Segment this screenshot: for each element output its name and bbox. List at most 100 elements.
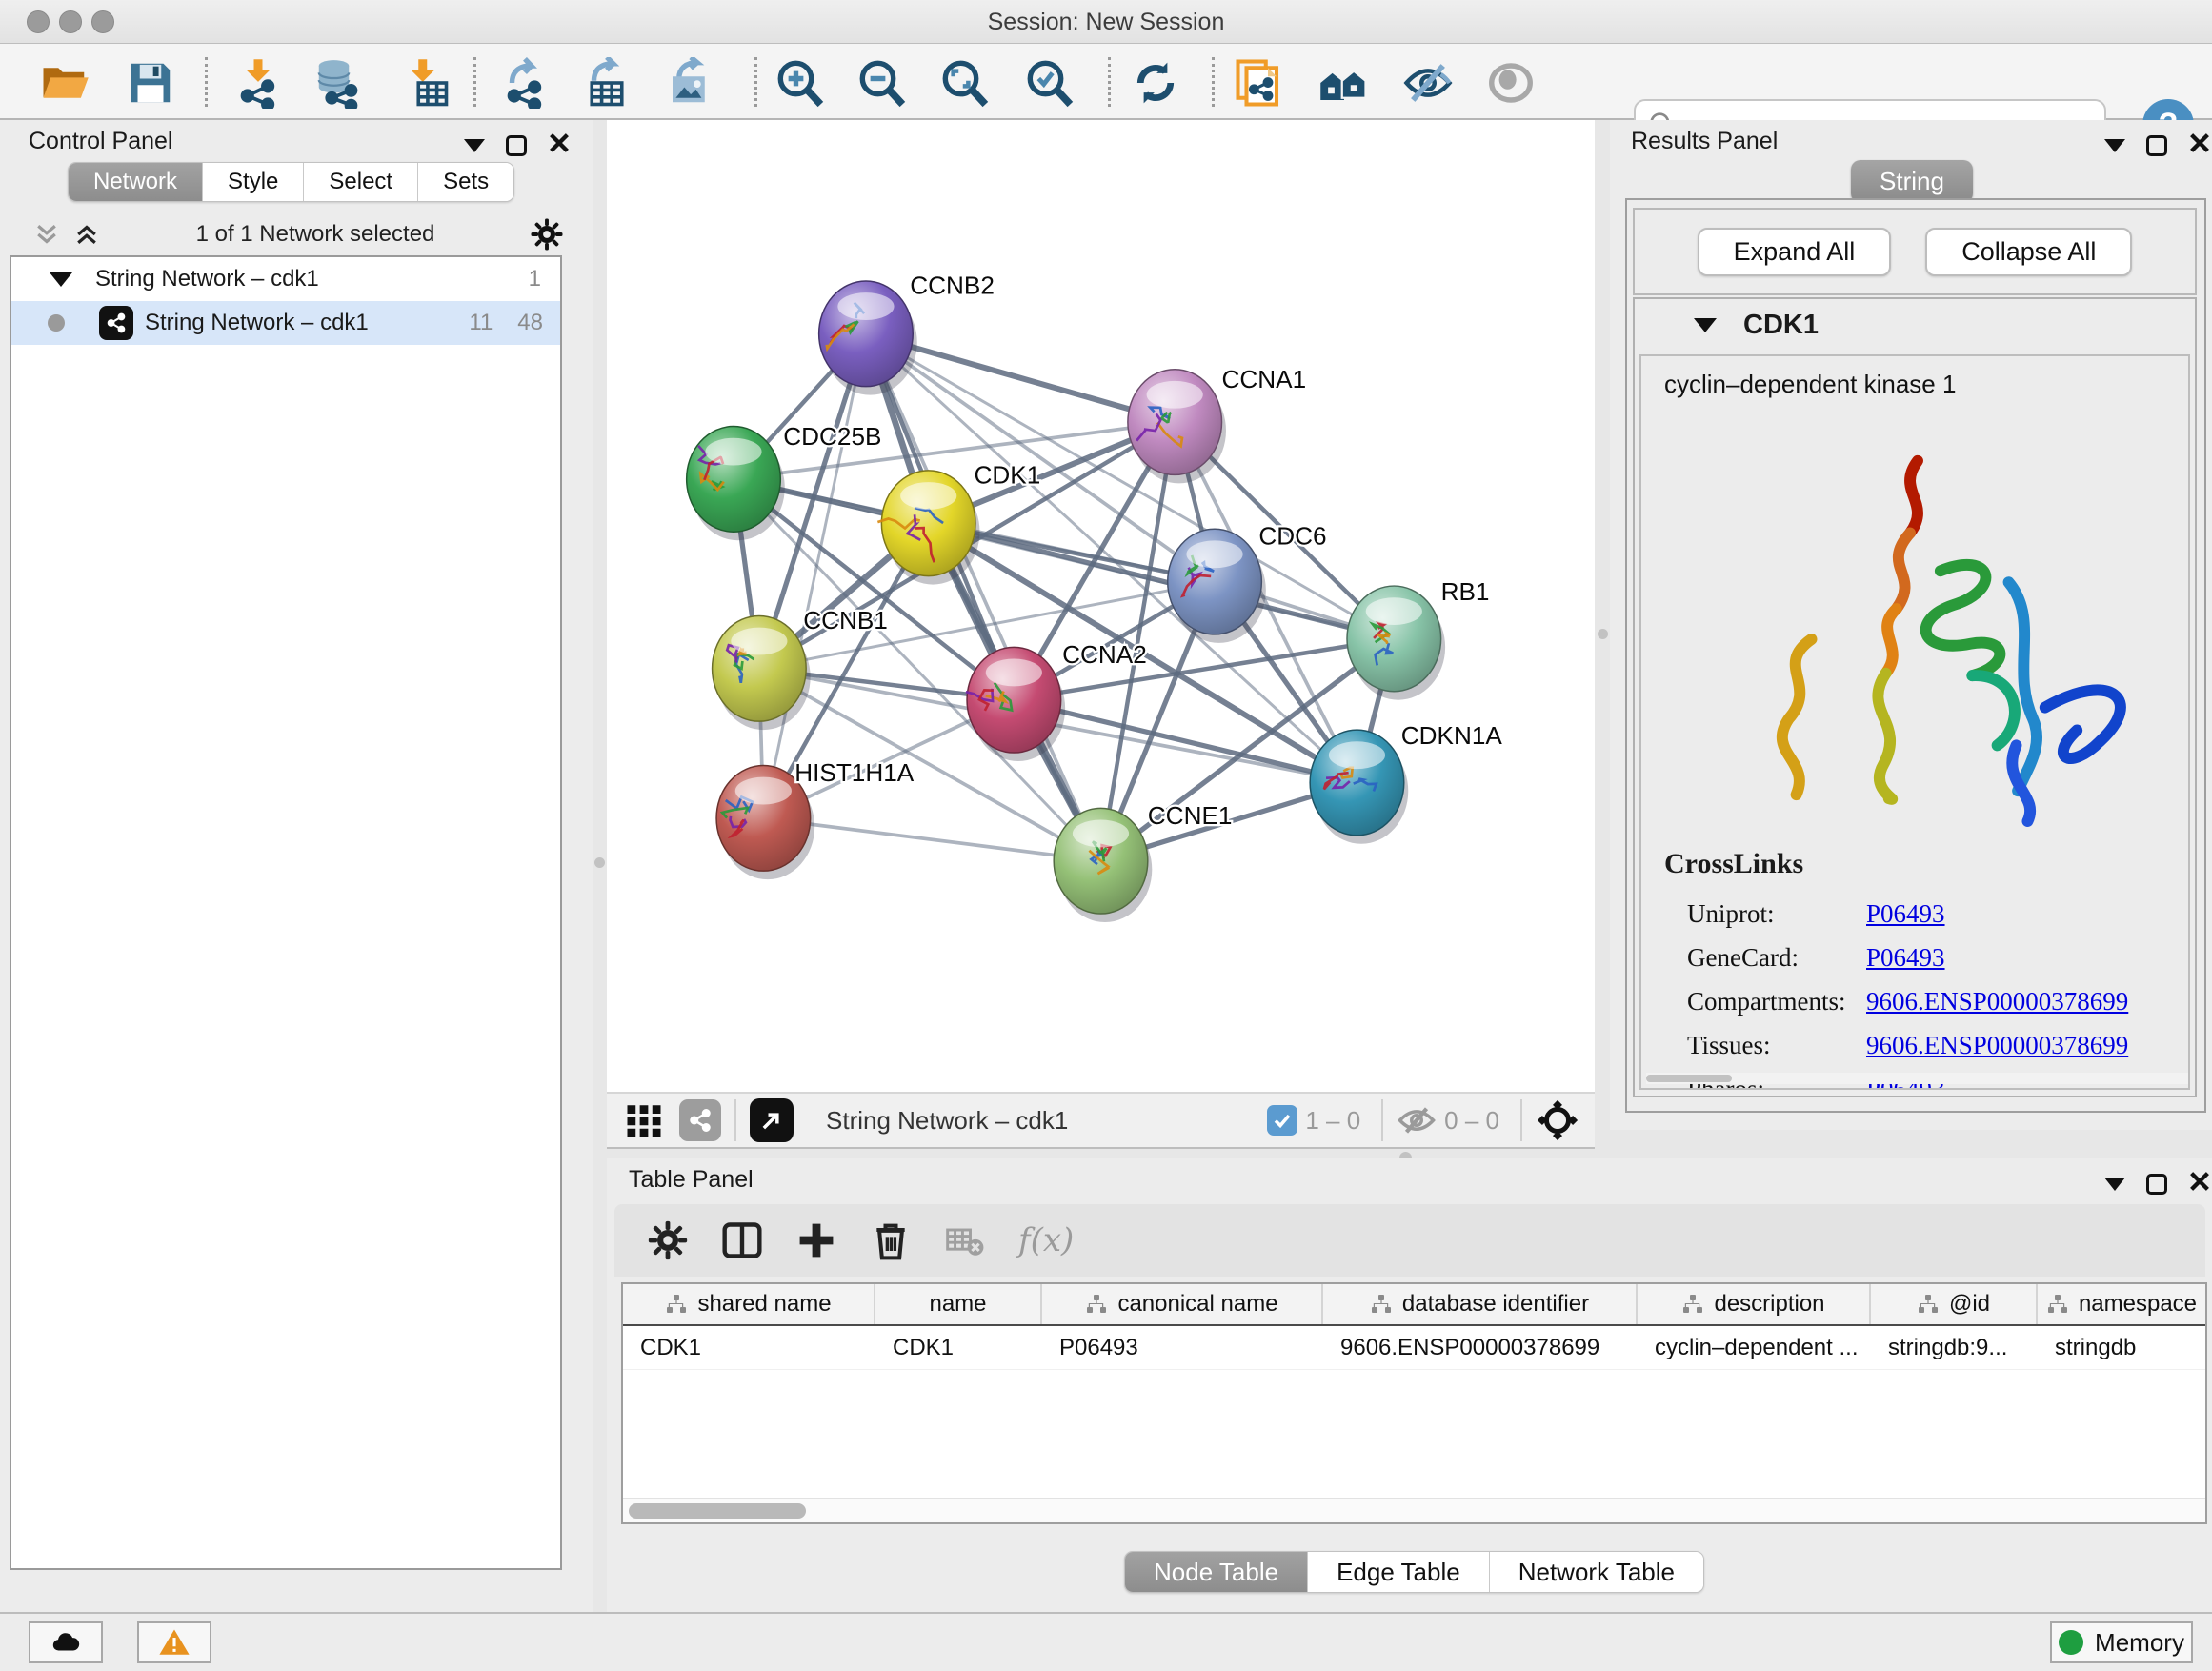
maximize-panel-icon[interactable] (2146, 135, 2167, 156)
right-splitter-handle[interactable] (1598, 629, 1608, 639)
table-horizontal-scrollbar[interactable] (623, 1498, 2205, 1522)
zoom-selected-button[interactable] (1022, 55, 1077, 111)
table-row[interactable]: CDK1 CDK1 P06493 9606.ENSP00000378699 cy… (623, 1326, 2205, 1370)
table-settings-gear-icon[interactable] (647, 1219, 689, 1261)
crosslink-link[interactable]: 9606.ENSP00000378699 (1866, 1031, 2128, 1060)
tab-edge-table[interactable]: Edge Table (1308, 1552, 1490, 1592)
gene-collapse-icon[interactable] (1694, 318, 1717, 332)
left-splitter-handle[interactable] (594, 857, 605, 868)
tab-string[interactable]: String (1851, 160, 1973, 203)
cell-namespace[interactable]: stringdb (2038, 1326, 2205, 1369)
add-column-icon[interactable] (795, 1219, 837, 1261)
network-row[interactable]: String Network – cdk1 11 48 (11, 301, 560, 345)
expand-all-button[interactable]: Expand All (1698, 228, 1892, 276)
new-network-from-selection-button[interactable] (1232, 55, 1287, 111)
grid-view-icon[interactable] (624, 1100, 664, 1140)
graph-node-CDKN1A[interactable]: CDKN1A (1310, 721, 1502, 844)
show-columns-icon[interactable] (721, 1219, 763, 1261)
function-builder-icon[interactable]: f(x) (1018, 1221, 1074, 1259)
delete-column-trash-icon[interactable] (870, 1219, 912, 1261)
cell-shared-name[interactable]: CDK1 (623, 1326, 875, 1369)
network-collection-row[interactable]: String Network – cdk1 1 (11, 257, 560, 301)
memory-button[interactable]: Memory (2050, 1621, 2193, 1663)
selected-checkbox-icon[interactable] (1267, 1105, 1297, 1136)
scrollbar-thumb[interactable] (1646, 1075, 1732, 1082)
graph-node-CCNE1[interactable]: CCNE1 (1054, 801, 1232, 922)
toolbar-divider (734, 1099, 736, 1141)
delete-table-icon[interactable] (944, 1219, 986, 1261)
crosshair-icon[interactable] (1536, 1098, 1579, 1142)
collapse-all-button[interactable]: Collapse All (1925, 228, 2132, 276)
graph-node-HIST1H1A[interactable]: HIST1H1A (716, 758, 915, 879)
maximize-panel-icon[interactable] (506, 135, 527, 156)
string-network-graph[interactable]: CCNB2CCNA1CDC25BCDK1CDC6RB1CCNB1CCNA2CDK… (607, 120, 1595, 1092)
gear-icon[interactable] (530, 217, 564, 252)
graph-node-CCNB1[interactable]: CCNB1 (713, 606, 888, 730)
export-network-button[interactable] (497, 55, 553, 111)
tab-sets[interactable]: Sets (418, 163, 513, 201)
hidden-eye-slash-icon[interactable] (1397, 1100, 1437, 1140)
birds-eye-view-button[interactable] (750, 1098, 794, 1142)
graph-node-RB1[interactable]: RB1 (1347, 577, 1489, 700)
close-panel-icon[interactable] (548, 131, 571, 159)
apply-layout-button[interactable] (1128, 55, 1183, 111)
zoom-fit-button[interactable] (937, 55, 993, 111)
expand-all-chevron-icon[interactable] (72, 220, 101, 249)
export-table-button[interactable] (579, 55, 634, 111)
column-header-namespace[interactable]: namespace (2038, 1284, 2205, 1324)
import-table-button[interactable] (397, 55, 452, 111)
tab-network[interactable]: Network (69, 163, 203, 201)
save-session-button[interactable] (123, 55, 178, 111)
import-network-from-database-button[interactable] (311, 55, 366, 111)
graph-node-CDC6[interactable]: CDC6 (1168, 522, 1327, 643)
close-panel-icon[interactable] (2188, 1170, 2211, 1198)
cell-database-identifier[interactable]: 9606.ENSP00000378699 (1323, 1326, 1638, 1369)
first-neighbors-button[interactable] (1317, 55, 1372, 111)
graph-node-CDC25B[interactable]: CDC25B (687, 422, 882, 540)
crosslink-link[interactable]: 9606.ENSP00000378699 (1866, 987, 2128, 1017)
float-panel-icon[interactable] (464, 139, 485, 152)
column-header-database-identifier[interactable]: database identifier (1323, 1284, 1638, 1324)
cell-name[interactable]: CDK1 (875, 1326, 1042, 1369)
tab-network-table[interactable]: Network Table (1490, 1552, 1703, 1592)
gene-section: CDK1 cyclin–dependent kinase 1 (1633, 297, 2197, 1097)
zoom-in-button[interactable] (773, 55, 828, 111)
crosslink-link[interactable]: P06493 (1866, 899, 1945, 929)
cell-canonical-name[interactable]: P06493 (1042, 1326, 1323, 1369)
column-header-shared-name[interactable]: shared name (623, 1284, 875, 1324)
titlebar: Session: New Session (0, 0, 2212, 44)
tab-style[interactable]: Style (203, 163, 304, 201)
cloud-status-button[interactable] (29, 1621, 103, 1663)
selected-counts: 1 – 0 (1305, 1106, 1360, 1136)
hide-selected-button[interactable] (1400, 55, 1456, 111)
column-header-description[interactable]: description (1638, 1284, 1871, 1324)
warnings-button[interactable] (137, 1621, 211, 1663)
network-canvas[interactable]: CCNB2CCNA1CDC25BCDK1CDC6RB1CCNB1CCNA2CDK… (607, 120, 1595, 1092)
results-horizontal-scrollbar[interactable] (1646, 1073, 2190, 1084)
gene-header-row[interactable]: CDK1 (1635, 299, 2195, 351)
column-header-id[interactable]: @id (1871, 1284, 2038, 1324)
tab-select[interactable]: Select (304, 163, 418, 201)
node-label-CDKN1A: CDKN1A (1401, 721, 1503, 750)
zoom-out-button[interactable] (855, 55, 910, 111)
maximize-panel-icon[interactable] (2146, 1174, 2167, 1195)
cell-id[interactable]: stringdb:9... (1871, 1326, 2038, 1369)
close-panel-icon[interactable] (2188, 131, 2211, 159)
float-panel-icon[interactable] (2104, 139, 2125, 152)
collection-expand-icon[interactable] (50, 272, 72, 287)
import-network-button[interactable] (231, 55, 286, 111)
scrollbar-thumb[interactable] (629, 1503, 806, 1519)
crosslink-link[interactable]: P06493 (1866, 943, 1945, 973)
show-all-button[interactable] (1483, 55, 1538, 111)
float-panel-icon[interactable] (2104, 1178, 2125, 1191)
tab-node-table[interactable]: Node Table (1125, 1552, 1308, 1592)
graph-node-CCNB2[interactable]: CCNB2 (819, 271, 995, 394)
network-badge-icon[interactable] (679, 1099, 721, 1141)
open-session-button[interactable] (37, 55, 92, 111)
column-header-canonical-name[interactable]: canonical name (1042, 1284, 1323, 1324)
export-image-button[interactable] (662, 55, 717, 111)
collapse-all-chevron-icon[interactable] (32, 220, 61, 249)
column-header-name[interactable]: name (875, 1284, 1042, 1324)
graph-node-CDK1[interactable]: CDK1 (877, 460, 1040, 584)
cell-description[interactable]: cyclin–dependent ... (1638, 1326, 1871, 1369)
